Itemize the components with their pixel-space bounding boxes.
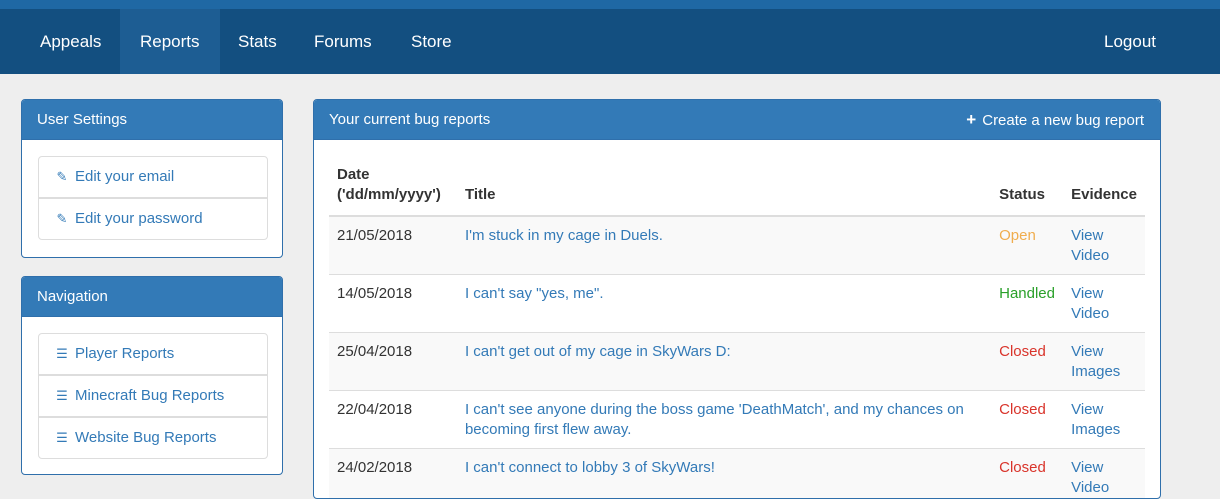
- list-icon: ☰: [55, 418, 69, 458]
- nav-store[interactable]: Store: [391, 9, 472, 74]
- nav-stats[interactable]: Stats: [218, 9, 297, 74]
- user-settings-title: User Settings: [22, 100, 282, 140]
- row-date: 22/04/2018: [329, 391, 457, 449]
- report-title-link[interactable]: I can't connect to lobby 3 of SkyWars!: [465, 459, 715, 476]
- edit-password-button[interactable]: ✎Edit your password: [38, 198, 268, 240]
- user-settings-panel: User Settings ✎Edit your email ✎Edit you…: [21, 99, 283, 258]
- row-date: 14/05/2018: [329, 275, 457, 333]
- navigation-panel: Navigation ☰Player Reports ☰Minecraft Bu…: [21, 276, 283, 475]
- row-date: 24/02/2018: [329, 449, 457, 499]
- create-bug-report-button[interactable]: +Create a new bug report: [966, 100, 1144, 141]
- column-status: Status: [991, 157, 1063, 216]
- nav-logout[interactable]: Logout: [1084, 9, 1176, 74]
- table-row: 25/04/2018 I can't get out of my cage in…: [329, 333, 1145, 391]
- table-row: 22/04/2018 I can't see anyone during the…: [329, 391, 1145, 449]
- evidence-link[interactable]: ViewImages: [1071, 401, 1120, 438]
- bug-reports-panel: Your current bug reports +Create a new b…: [313, 99, 1161, 499]
- edit-email-button[interactable]: ✎Edit your email: [38, 156, 268, 198]
- row-date: 25/04/2018: [329, 333, 457, 391]
- status-badge: Open: [991, 216, 1063, 275]
- status-badge: Closed: [991, 449, 1063, 499]
- table-header-row: Date('dd/mm/yyyy') Title Status Evidence: [329, 157, 1145, 216]
- status-badge: Closed: [991, 333, 1063, 391]
- bug-reports-table: Date('dd/mm/yyyy') Title Status Evidence…: [329, 157, 1145, 499]
- column-evidence: Evidence: [1063, 157, 1145, 216]
- list-icon: ☰: [55, 334, 69, 374]
- report-title-link[interactable]: I can't say "yes, me".: [465, 285, 604, 302]
- row-date: 21/05/2018: [329, 216, 457, 275]
- nav-reports[interactable]: Reports: [120, 9, 220, 74]
- top-accent-strip: [0, 0, 1220, 9]
- table-row: 24/02/2018 I can't connect to lobby 3 of…: [329, 449, 1145, 499]
- report-title-link[interactable]: I'm stuck in my cage in Duels.: [465, 227, 663, 244]
- nav-appeals[interactable]: Appeals: [20, 9, 121, 74]
- list-icon: ☰: [55, 376, 69, 416]
- website-bug-reports-link[interactable]: ☰Website Bug Reports: [38, 417, 268, 459]
- evidence-link[interactable]: ViewImages: [1071, 343, 1120, 380]
- player-reports-link[interactable]: ☰Player Reports: [38, 333, 268, 375]
- report-title-link[interactable]: I can't see anyone during the boss game …: [465, 401, 964, 438]
- nav-forums[interactable]: Forums: [294, 9, 392, 74]
- evidence-link[interactable]: ViewVideo: [1071, 459, 1109, 496]
- top-navbar: Appeals Reports Stats Forums Store Logou…: [0, 9, 1220, 74]
- pencil-icon: ✎: [55, 157, 69, 197]
- column-title: Title: [457, 157, 991, 216]
- minecraft-bug-reports-link[interactable]: ☰Minecraft Bug Reports: [38, 375, 268, 417]
- bug-reports-header: Your current bug reports +Create a new b…: [314, 100, 1160, 140]
- pencil-icon: ✎: [55, 199, 69, 239]
- table-row: 21/05/2018 I'm stuck in my cage in Duels…: [329, 216, 1145, 275]
- evidence-link[interactable]: ViewVideo: [1071, 227, 1109, 264]
- column-date: Date('dd/mm/yyyy'): [329, 157, 457, 216]
- plus-icon: +: [966, 110, 976, 129]
- report-title-link[interactable]: I can't get out of my cage in SkyWars D:: [465, 343, 731, 360]
- bug-reports-title: Your current bug reports: [329, 111, 490, 128]
- table-row: 14/05/2018 I can't say "yes, me". Handle…: [329, 275, 1145, 333]
- navigation-title: Navigation: [22, 277, 282, 317]
- status-badge: Closed: [991, 391, 1063, 449]
- status-badge: Handled: [991, 275, 1063, 333]
- evidence-link[interactable]: ViewVideo: [1071, 285, 1109, 322]
